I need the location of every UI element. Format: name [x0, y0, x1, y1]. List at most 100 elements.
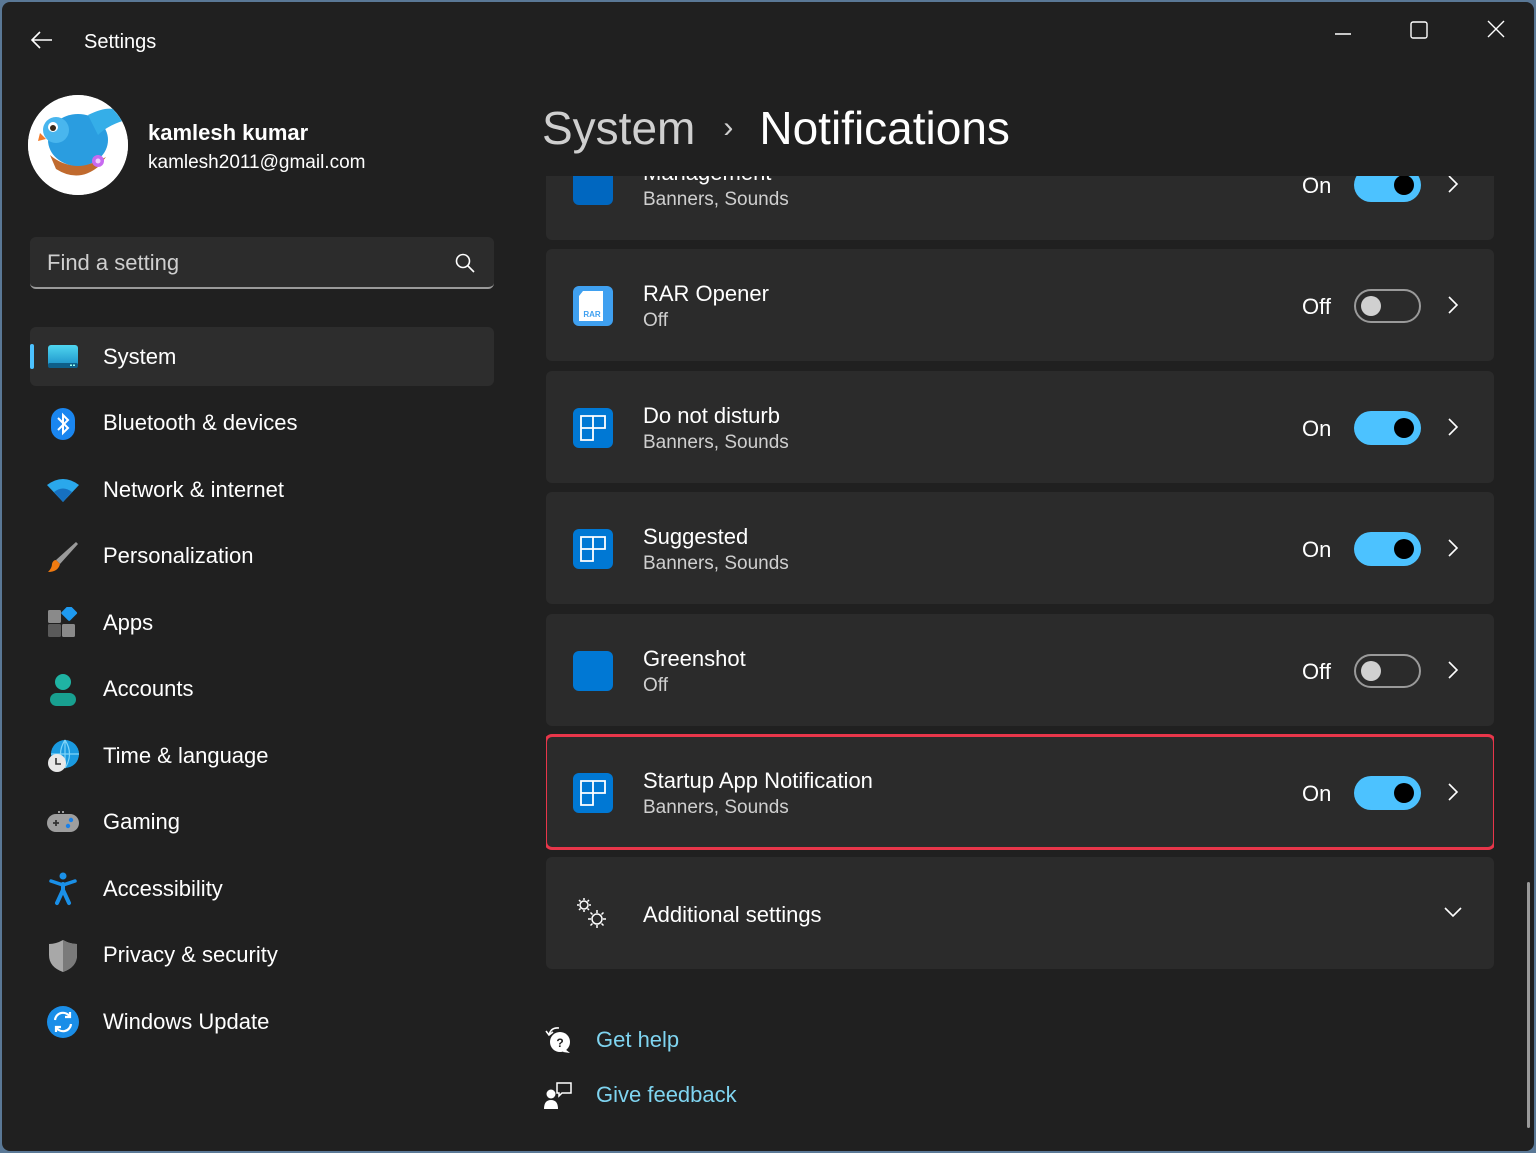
- user-email: kamlesh2011@gmail.com: [148, 152, 366, 173]
- windows-tile-icon: [573, 773, 613, 813]
- windows-tile-icon: [573, 529, 613, 569]
- feedback-icon: [542, 1079, 574, 1111]
- sidebar-item-label: Accounts: [103, 676, 194, 701]
- chevron-right-icon[interactable]: [1444, 658, 1462, 682]
- notification-card-do-not-disturb[interactable]: Do not disturb Banners, Sounds On: [546, 371, 1494, 483]
- sidebar-item-personalization[interactable]: Personalization: [30, 527, 494, 586]
- notification-toggle[interactable]: [1354, 176, 1421, 202]
- chevron-right-icon[interactable]: [1444, 176, 1462, 196]
- breadcrumb-separator-icon: ›: [723, 111, 734, 144]
- close-button[interactable]: [1473, 12, 1519, 46]
- toggle-state-label: Off: [1302, 294, 1331, 319]
- chevron-right-icon[interactable]: [1444, 415, 1462, 439]
- card-subtitle: Banners, Sounds: [643, 432, 789, 453]
- notification-toggle[interactable]: [1354, 654, 1421, 688]
- toggle-state-label: On: [1302, 537, 1332, 562]
- notification-card-greenshot[interactable]: Greenshot Off Off: [546, 614, 1494, 726]
- sidebar-item-apps[interactable]: Apps: [30, 593, 494, 652]
- notification-toggle[interactable]: [1354, 776, 1421, 810]
- notifications-list: Management Banners, Sounds On RAR RAR Op…: [546, 176, 1494, 1151]
- card-title: RAR Opener: [643, 281, 769, 306]
- wifi-icon: [46, 473, 80, 507]
- notification-toggle[interactable]: [1354, 532, 1421, 566]
- notification-card-management[interactable]: Management Banners, Sounds On: [546, 176, 1494, 240]
- additional-settings-expander[interactable]: Additional settings: [546, 857, 1494, 969]
- toggle-knob: [1394, 783, 1414, 803]
- maximize-icon: [1410, 21, 1428, 39]
- toggle-state-label: On: [1302, 416, 1332, 441]
- close-icon: [1487, 20, 1505, 38]
- maximize-button[interactable]: [1396, 12, 1442, 46]
- minimize-button[interactable]: [1320, 12, 1366, 46]
- sidebar-item-label: Apps: [103, 609, 154, 635]
- card-title: Greenshot: [643, 646, 746, 671]
- brush-icon: [46, 540, 80, 574]
- toggle-knob: [1394, 418, 1414, 438]
- card-subtitle: Off: [643, 310, 668, 331]
- card-title: Additional settings: [643, 902, 822, 927]
- vertical-scrollbar[interactable]: [1527, 882, 1530, 1128]
- bluetooth-icon: [46, 407, 80, 441]
- active-indicator: [30, 344, 34, 369]
- sidebar-item-system[interactable]: System: [30, 327, 494, 386]
- chevron-right-icon[interactable]: [1444, 293, 1462, 317]
- give-feedback-label[interactable]: Give feedback: [596, 1082, 737, 1108]
- sidebar-item-time-language[interactable]: Time & language: [30, 726, 494, 785]
- sidebar-item-label: Accessibility: [103, 875, 223, 901]
- app-title: Settings: [84, 31, 157, 53]
- sidebar-item-network[interactable]: Network & internet: [30, 460, 494, 519]
- card-title: Do not disturb: [643, 403, 780, 428]
- accessibility-icon: [46, 872, 80, 906]
- sidebar-item-label: Gaming: [103, 809, 181, 834]
- notification-toggle[interactable]: [1354, 411, 1421, 445]
- sidebar-item-label: Privacy & security: [103, 942, 278, 967]
- sidebar-item-bluetooth[interactable]: Bluetooth & devices: [30, 394, 494, 453]
- back-button[interactable]: [28, 26, 56, 54]
- accounts-icon: [46, 673, 80, 707]
- sidebar-item-label: Network & internet: [103, 476, 284, 502]
- toggle-state-label: On: [1302, 781, 1332, 806]
- get-help-label[interactable]: Get help: [596, 1027, 679, 1053]
- breadcrumb-parent[interactable]: System: [542, 101, 695, 155]
- svg-text:RAR: RAR: [583, 310, 601, 319]
- card-title: Suggested: [643, 524, 749, 549]
- chevron-right-icon[interactable]: [1444, 780, 1462, 804]
- gamepad-icon: [46, 806, 80, 840]
- search-box[interactable]: [30, 237, 494, 289]
- get-help-link[interactable]: ? Get help: [542, 1024, 679, 1056]
- blue-square-icon: [573, 651, 613, 691]
- globe-clock-icon: [46, 739, 80, 773]
- search-input[interactable]: [47, 250, 427, 276]
- chevron-right-icon[interactable]: [1444, 536, 1462, 560]
- toggle-knob: [1394, 539, 1414, 559]
- toggle-state-label: On: [1302, 176, 1332, 198]
- sidebar-item-accessibility[interactable]: Accessibility: [30, 859, 494, 918]
- give-feedback-link[interactable]: Give feedback: [542, 1079, 737, 1111]
- page-title: Notifications: [759, 102, 1010, 154]
- notification-toggle[interactable]: [1354, 289, 1421, 323]
- sidebar-item-windows-update[interactable]: Windows Update: [30, 992, 494, 1051]
- sidebar-item-label: Windows Update: [103, 1008, 270, 1034]
- settings-window: Settings kamlesh kumar kamlesh2011@gmail…: [2, 2, 1534, 1151]
- notification-card-rar-opener[interactable]: RAR RAR Opener Off Off: [546, 249, 1494, 361]
- card-subtitle: Banners, Sounds: [643, 189, 789, 210]
- app-tile-icon: [573, 176, 613, 205]
- card-title: Management: [643, 176, 771, 186]
- chevron-down-icon[interactable]: [1441, 903, 1465, 921]
- bird-avatar-icon: [28, 95, 128, 195]
- breadcrumb: System › Notifications: [542, 96, 1010, 160]
- avatar[interactable]: [28, 95, 128, 195]
- rar-icon: RAR: [573, 286, 613, 326]
- notification-card-startup-app[interactable]: Startup App Notification Banners, Sounds…: [546, 734, 1494, 850]
- sidebar-item-label: System: [103, 343, 177, 369]
- sidebar-item-gaming[interactable]: Gaming: [30, 793, 494, 852]
- sidebar-item-accounts[interactable]: Accounts: [30, 660, 494, 719]
- search-icon[interactable]: [454, 252, 476, 274]
- title-bar: Settings: [2, 2, 1534, 82]
- sidebar-item-label: Time & language: [103, 742, 269, 768]
- toggle-knob: [1394, 176, 1414, 195]
- notification-card-suggested[interactable]: Suggested Banners, Sounds On: [546, 492, 1494, 604]
- apps-icon: [46, 606, 80, 640]
- sidebar-item-privacy[interactable]: Privacy & security: [30, 926, 494, 985]
- system-icon: [46, 340, 80, 374]
